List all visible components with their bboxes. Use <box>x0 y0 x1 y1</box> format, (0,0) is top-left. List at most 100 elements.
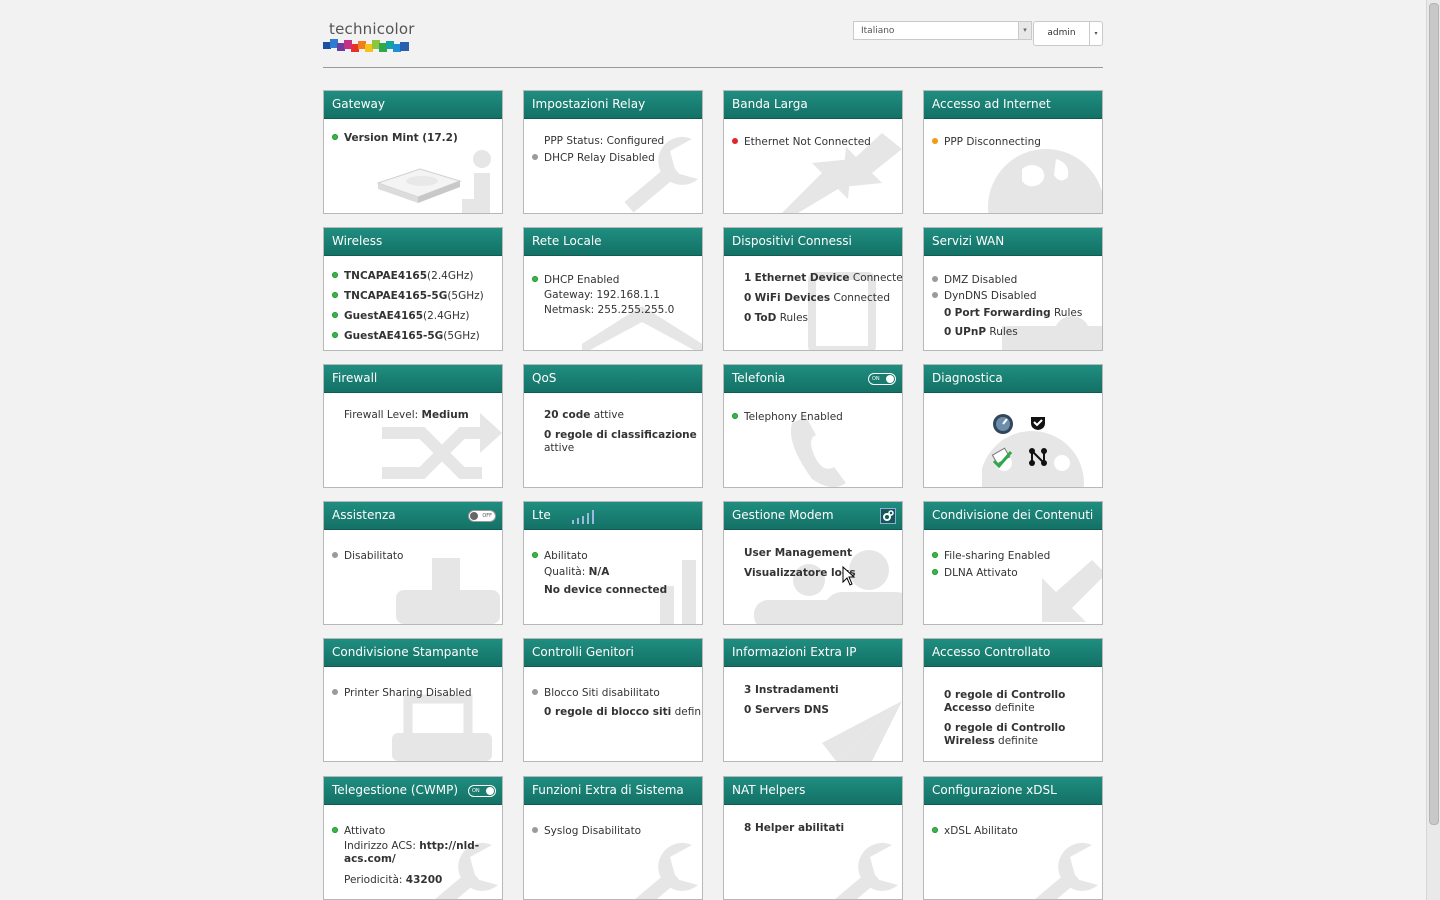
card-header[interactable]: Lte <box>524 502 702 530</box>
scrollbar-thumb[interactable] <box>1429 3 1439 825</box>
card-body: PPP Status: Configured DHCP Relay Disabl… <box>524 119 702 213</box>
ppp-status: PPP Status: Configured <box>544 135 665 147</box>
card-header[interactable]: Diagnostica <box>924 365 1102 393</box>
card-header[interactable]: Accesso Controllato <box>924 639 1102 667</box>
card-title: Impostazioni Relay <box>532 97 646 111</box>
card-assistance[interactable]: Assistenza OFF Disabilitato <box>323 501 503 625</box>
card-header[interactable]: Condivisione Stampante <box>324 639 502 667</box>
card-header[interactable]: Rete Locale <box>524 228 702 256</box>
card-printer[interactable]: Condivisione Stampante Printer Sharing D… <box>323 638 503 762</box>
language-select[interactable]: Italiano ▾ <box>853 21 1032 40</box>
card-content-sharing[interactable]: Condivisione dei Contenuti File-sharing … <box>923 501 1103 625</box>
card-header[interactable]: Assistenza OFF <box>324 502 502 530</box>
card-header[interactable]: Servizi WAN <box>924 228 1102 256</box>
card-wan[interactable]: Servizi WAN DMZ Disabled DynDNS Disabled… <box>923 227 1103 351</box>
network-check-icon[interactable] <box>990 447 1014 469</box>
site-block-status: Blocco Siti disabilitato <box>544 687 660 699</box>
card-telephony[interactable]: Telefonia ON Telephony Enabled <box>723 364 903 488</box>
technicolor-logo[interactable]: technicolor <box>323 20 415 56</box>
card-devices[interactable]: Dispositivi Connessi 1 Ethernet Device C… <box>723 227 903 351</box>
card-title: Servizi WAN <box>932 234 1005 248</box>
card-lan[interactable]: Rete Locale DHCP Enabled Gateway: 192.16… <box>523 227 703 351</box>
card-access-control[interactable]: Accesso Controllato 0 regole di Controll… <box>923 638 1103 762</box>
card-nat-helpers[interactable]: NAT Helpers 8 Helper abilitati <box>723 776 903 900</box>
card-system-extra[interactable]: Funzioni Extra di Sistema Syslog Disabil… <box>523 776 703 900</box>
dhcp-relay-status: DHCP Relay Disabled <box>544 152 655 164</box>
globe-watermark-icon <box>988 149 1102 213</box>
card-lte[interactable]: Lte Abilitato Qualità: N/A No device con… <box>523 501 703 625</box>
card-header[interactable]: Impostazioni Relay <box>524 91 702 119</box>
shuffle-watermark-icon <box>382 413 502 479</box>
card-header[interactable]: Telefonia ON <box>724 365 902 393</box>
card-cwmp[interactable]: Telegestione (CWMP) ON Attivato Indirizz… <box>323 776 503 900</box>
card-parental[interactable]: Controlli Genitori Blocco Siti disabilit… <box>523 638 703 762</box>
page-scrollbar[interactable] <box>1426 0 1440 900</box>
card-body: Printer Sharing Disabled <box>324 667 502 761</box>
card-header[interactable]: QoS <box>524 365 702 393</box>
status-dot <box>932 552 938 558</box>
card-body: 3 Instradamenti 0 Servers DNS <box>724 667 902 761</box>
card-body: Version Mint (17.2) <box>324 119 502 213</box>
modem-settings-button[interactable] <box>880 508 896 524</box>
card-header[interactable]: Gestione Modem <box>724 502 902 530</box>
card-header[interactable]: Banda Larga <box>724 91 902 119</box>
user-management-link[interactable]: User Management <box>744 547 852 560</box>
user-menu-caret-icon[interactable]: ▾ <box>1089 21 1103 46</box>
card-internet[interactable]: Accesso ad Internet PPP Disconnecting <box>923 90 1103 214</box>
card-header[interactable]: Firewall <box>324 365 502 393</box>
card-extra-ip[interactable]: Informazioni Extra IP 3 Instradamenti 0 … <box>723 638 903 762</box>
chevron-down-icon[interactable]: ▾ <box>1018 22 1031 39</box>
card-title: Dispositivi Connessi <box>732 234 852 248</box>
card-xdsl[interactable]: Configurazione xDSL xDSL Abilitato <box>923 776 1103 900</box>
card-header[interactable]: NAT Helpers <box>724 777 902 805</box>
card-firewall[interactable]: Firewall Firewall Level: Medium <box>323 364 503 488</box>
card-title: Lte <box>532 508 551 522</box>
telephony-toggle[interactable]: ON <box>868 373 896 385</box>
card-header[interactable]: Funzioni Extra di Sistema <box>524 777 702 805</box>
logo-text: technicolor <box>329 20 415 38</box>
wireless-control-rules: 0 regole di Controllo Wireless definite <box>944 722 1066 747</box>
card-header[interactable]: Condivisione dei Contenuti <box>924 502 1102 530</box>
assistance-toggle[interactable]: OFF <box>468 510 496 522</box>
shield-check-icon[interactable] <box>1030 415 1046 431</box>
access-control-rules: 0 regole di Controllo Accesso definite <box>944 689 1066 714</box>
card-broadband[interactable]: Banda Larga Ethernet Not Connected <box>723 90 903 214</box>
status-dot <box>532 827 538 833</box>
card-title: Controlli Genitori <box>532 645 634 659</box>
card-header[interactable]: Configurazione xDSL <box>924 777 1102 805</box>
card-wireless[interactable]: Wireless TNCAPAE4165(2.4GHz) TNCAPAE4165… <box>323 227 503 351</box>
card-header[interactable]: Accesso ad Internet <box>924 91 1102 119</box>
internet-status: PPP Disconnecting <box>944 136 1041 148</box>
logs-viewer-link[interactable]: Visualizzatore logs <box>744 567 856 580</box>
wireless-network: GuestAE4165-5G(5GHz) <box>344 330 480 342</box>
cwmp-toggle[interactable]: ON <box>468 785 496 797</box>
user-name: admin <box>1047 28 1076 38</box>
card-body: Attivato Indirizzo ACS: http://nld-acs.c… <box>324 805 502 899</box>
card-header[interactable]: Telegestione (CWMP) ON <box>324 777 502 805</box>
printer-watermark-icon <box>392 694 492 761</box>
card-header[interactable]: Gateway <box>324 91 502 119</box>
card-title: Funzioni Extra di Sistema <box>532 783 684 797</box>
network-topology-icon[interactable] <box>1028 447 1048 467</box>
lan-dhcp-status: DHCP Enabled <box>544 274 620 286</box>
card-title: Informazioni Extra IP <box>732 645 857 659</box>
cwmp-status: Attivato <box>344 825 386 837</box>
lte-devices: No device connected <box>544 584 668 596</box>
card-body: TNCAPAE4165(2.4GHz) TNCAPAE4165-5G(5GHz)… <box>324 256 502 350</box>
card-title: Telegestione (CWMP) <box>332 783 459 797</box>
card-header[interactable]: Dispositivi Connessi <box>724 228 902 256</box>
telephony-status: Telephony Enabled <box>744 411 843 423</box>
phone-watermark-icon <box>791 417 846 487</box>
house-watermark-icon <box>582 306 702 350</box>
status-dot <box>332 292 338 298</box>
card-gateway[interactable]: Gateway Version Mint (17.2) <box>323 90 503 214</box>
speedometer-icon[interactable] <box>992 413 1014 435</box>
user-menu-button[interactable]: admin <box>1033 21 1090 46</box>
card-diagnostics[interactable]: Diagnostica <box>923 364 1103 488</box>
card-qos[interactable]: QoS 20 code attive 0 regole di classific… <box>523 364 703 488</box>
card-header[interactable]: Informazioni Extra IP <box>724 639 902 667</box>
card-relay[interactable]: Impostazioni Relay PPP Status: Configure… <box>523 90 703 214</box>
card-modem[interactable]: Gestione Modem User Management Visualizz… <box>723 501 903 625</box>
card-header[interactable]: Controlli Genitori <box>524 639 702 667</box>
card-header[interactable]: Wireless <box>324 228 502 256</box>
